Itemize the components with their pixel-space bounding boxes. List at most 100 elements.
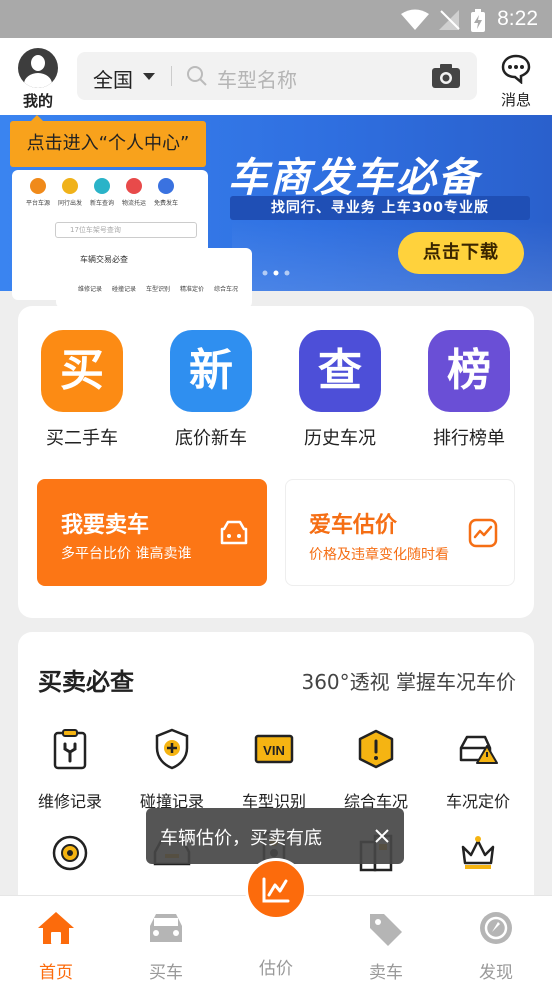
toast-text: 车辆估价，买卖有底 xyxy=(160,828,322,849)
category-label: 历史车况 xyxy=(304,428,376,449)
tab-label: 卖车 xyxy=(369,963,403,981)
messages-label: 消息 xyxy=(500,91,531,109)
profile-label: 我的 xyxy=(22,92,53,110)
tab-discover[interactable]: 发现 xyxy=(456,910,536,981)
home-icon xyxy=(38,912,74,944)
mock-app-icon xyxy=(126,178,142,194)
profile-button[interactable]: 我的 xyxy=(16,48,60,111)
camera-icon[interactable] xyxy=(431,63,461,89)
ranking-icon: 榜 xyxy=(428,330,510,412)
banner-title: 车商发车必备 xyxy=(228,155,480,201)
tab-label: 估价 xyxy=(259,959,293,979)
mock-app-icon xyxy=(62,178,78,194)
chart-icon xyxy=(262,877,290,903)
tab-sell-car[interactable]: 卖车 xyxy=(346,910,426,981)
car-warning-icon xyxy=(459,735,498,764)
category-label: 买二手车 xyxy=(46,428,118,449)
clock: 8:22 xyxy=(497,7,538,30)
battery-charging-icon xyxy=(471,9,485,32)
mock-app-icon xyxy=(94,178,110,194)
no-signal-icon xyxy=(439,10,460,30)
tab-label: 首页 xyxy=(39,963,73,981)
target-icon xyxy=(52,835,88,871)
search-divider xyxy=(171,66,172,86)
avatar-icon xyxy=(18,48,58,88)
section-subtitle: 360°透视 掌握车况车价 xyxy=(301,670,516,694)
sell-subtitle: 多平台比价 谁高卖谁 xyxy=(61,546,192,562)
mock-label: 同行出发 xyxy=(58,200,83,207)
car-sell-icon xyxy=(220,520,248,545)
valuation-title: 爱车估价 xyxy=(309,513,398,538)
category-new-car[interactable]: 新 底价新车 xyxy=(161,330,261,450)
category-label: 底价新车 xyxy=(175,428,247,449)
carousel-dots xyxy=(262,270,290,276)
download-button[interactable]: 点击下载 xyxy=(398,232,524,274)
mock-label: 车型识别 xyxy=(146,286,171,293)
banner-subtitle: 找同行、寻业务 上车300专业版 xyxy=(230,196,530,220)
mock-label: 免费发车 xyxy=(154,200,179,207)
mock-label: 物流托运 xyxy=(122,200,147,207)
tab-home[interactable]: 首页 xyxy=(16,910,96,981)
valuation-subtitle: 价格及违章变化随时看 xyxy=(309,547,449,563)
tab-label: 买车 xyxy=(149,963,183,981)
section-title: 买卖必查 xyxy=(38,668,134,696)
top-header: 我的 全国 车型名称 消息 xyxy=(0,38,552,115)
toast-notification: 车辆估价，买卖有底 xyxy=(146,808,404,864)
profile-tooltip[interactable]: 点击进入“个人中心” xyxy=(10,121,206,167)
tool-overall-condition[interactable]: 综合车况 xyxy=(326,726,426,812)
tool-vin-recognition[interactable]: VIN 车型识别 xyxy=(224,726,324,812)
mock-label: 综合车况 xyxy=(214,286,239,293)
tool-repair-record[interactable]: 维修记录 xyxy=(20,726,120,812)
search-bar[interactable]: 全国 车型名称 xyxy=(77,52,477,100)
wifi-icon xyxy=(401,9,429,30)
valuation-card[interactable]: 爱车估价 价格及违章变化随时看 xyxy=(285,479,515,586)
region-selector[interactable]: 全国 xyxy=(93,64,133,93)
quick-entry-card: 买 买二手车 新 底价新车 查 历史车况 榜 排行榜单 我要卖车 多平台比价 谁… xyxy=(18,306,534,618)
mock-label: 维修记录 xyxy=(78,286,103,293)
new-icon: 新 xyxy=(170,330,252,412)
mock-title: 车辆交易必查 xyxy=(80,255,128,264)
category-ranking[interactable]: 榜 排行榜单 xyxy=(419,330,519,450)
mock-app-icon xyxy=(158,178,174,194)
vin-icon: VIN xyxy=(254,734,294,764)
tool-label: 维修记录 xyxy=(37,792,102,811)
compass-icon xyxy=(480,912,512,944)
mock-label: 平台车源 xyxy=(26,200,51,207)
caret-down-icon xyxy=(143,73,155,80)
tool-row2-item[interactable] xyxy=(428,830,528,876)
category-buy-used[interactable]: 买 买二手车 xyxy=(32,330,132,450)
crown-icon xyxy=(461,836,495,869)
tab-label: 发现 xyxy=(479,963,513,981)
mock-app-icon xyxy=(30,178,46,194)
mock-search: 17位车架号查询 xyxy=(55,222,197,238)
tool-label: 车况定价 xyxy=(445,792,510,811)
sell-car-card[interactable]: 我要卖车 多平台比价 谁高卖谁 xyxy=(37,479,267,586)
check-icon: 查 xyxy=(299,330,381,412)
buy-icon: 买 xyxy=(41,330,123,412)
messages-button[interactable]: 消息 xyxy=(498,54,534,110)
status-bar: 8:22 xyxy=(0,0,552,38)
search-icon xyxy=(187,66,207,86)
warning-shield-icon xyxy=(358,729,394,769)
tool-collision-record[interactable]: 碰撞记录 xyxy=(122,726,222,812)
message-icon xyxy=(501,54,531,85)
mock-tools-panel: 车辆交易必查 维修记录 碰撞记录 车型识别 精准定价 综合车况 xyxy=(56,248,252,308)
tool-condition-pricing[interactable]: 车况定价 xyxy=(428,726,528,812)
price-tag-icon xyxy=(370,914,402,946)
sell-title: 我要卖车 xyxy=(61,513,150,538)
valuation-fab-button[interactable] xyxy=(245,858,307,920)
search-input[interactable]: 车型名称 xyxy=(217,64,297,93)
tool-row2-item[interactable] xyxy=(20,830,120,876)
category-label: 排行榜单 xyxy=(433,428,505,449)
mock-label: 新车查询 xyxy=(90,200,115,207)
mock-label: 精准定价 xyxy=(180,286,205,293)
svg-text:VIN: VIN xyxy=(263,743,285,758)
mock-label: 碰撞记录 xyxy=(112,286,137,293)
close-icon[interactable] xyxy=(374,828,390,844)
car-icon xyxy=(150,914,182,942)
category-history[interactable]: 查 历史车况 xyxy=(290,330,390,450)
repair-clipboard-icon xyxy=(53,729,87,770)
collision-shield-icon xyxy=(155,728,189,770)
trend-chart-icon xyxy=(468,518,498,548)
tab-buy-car[interactable]: 买车 xyxy=(126,910,206,981)
